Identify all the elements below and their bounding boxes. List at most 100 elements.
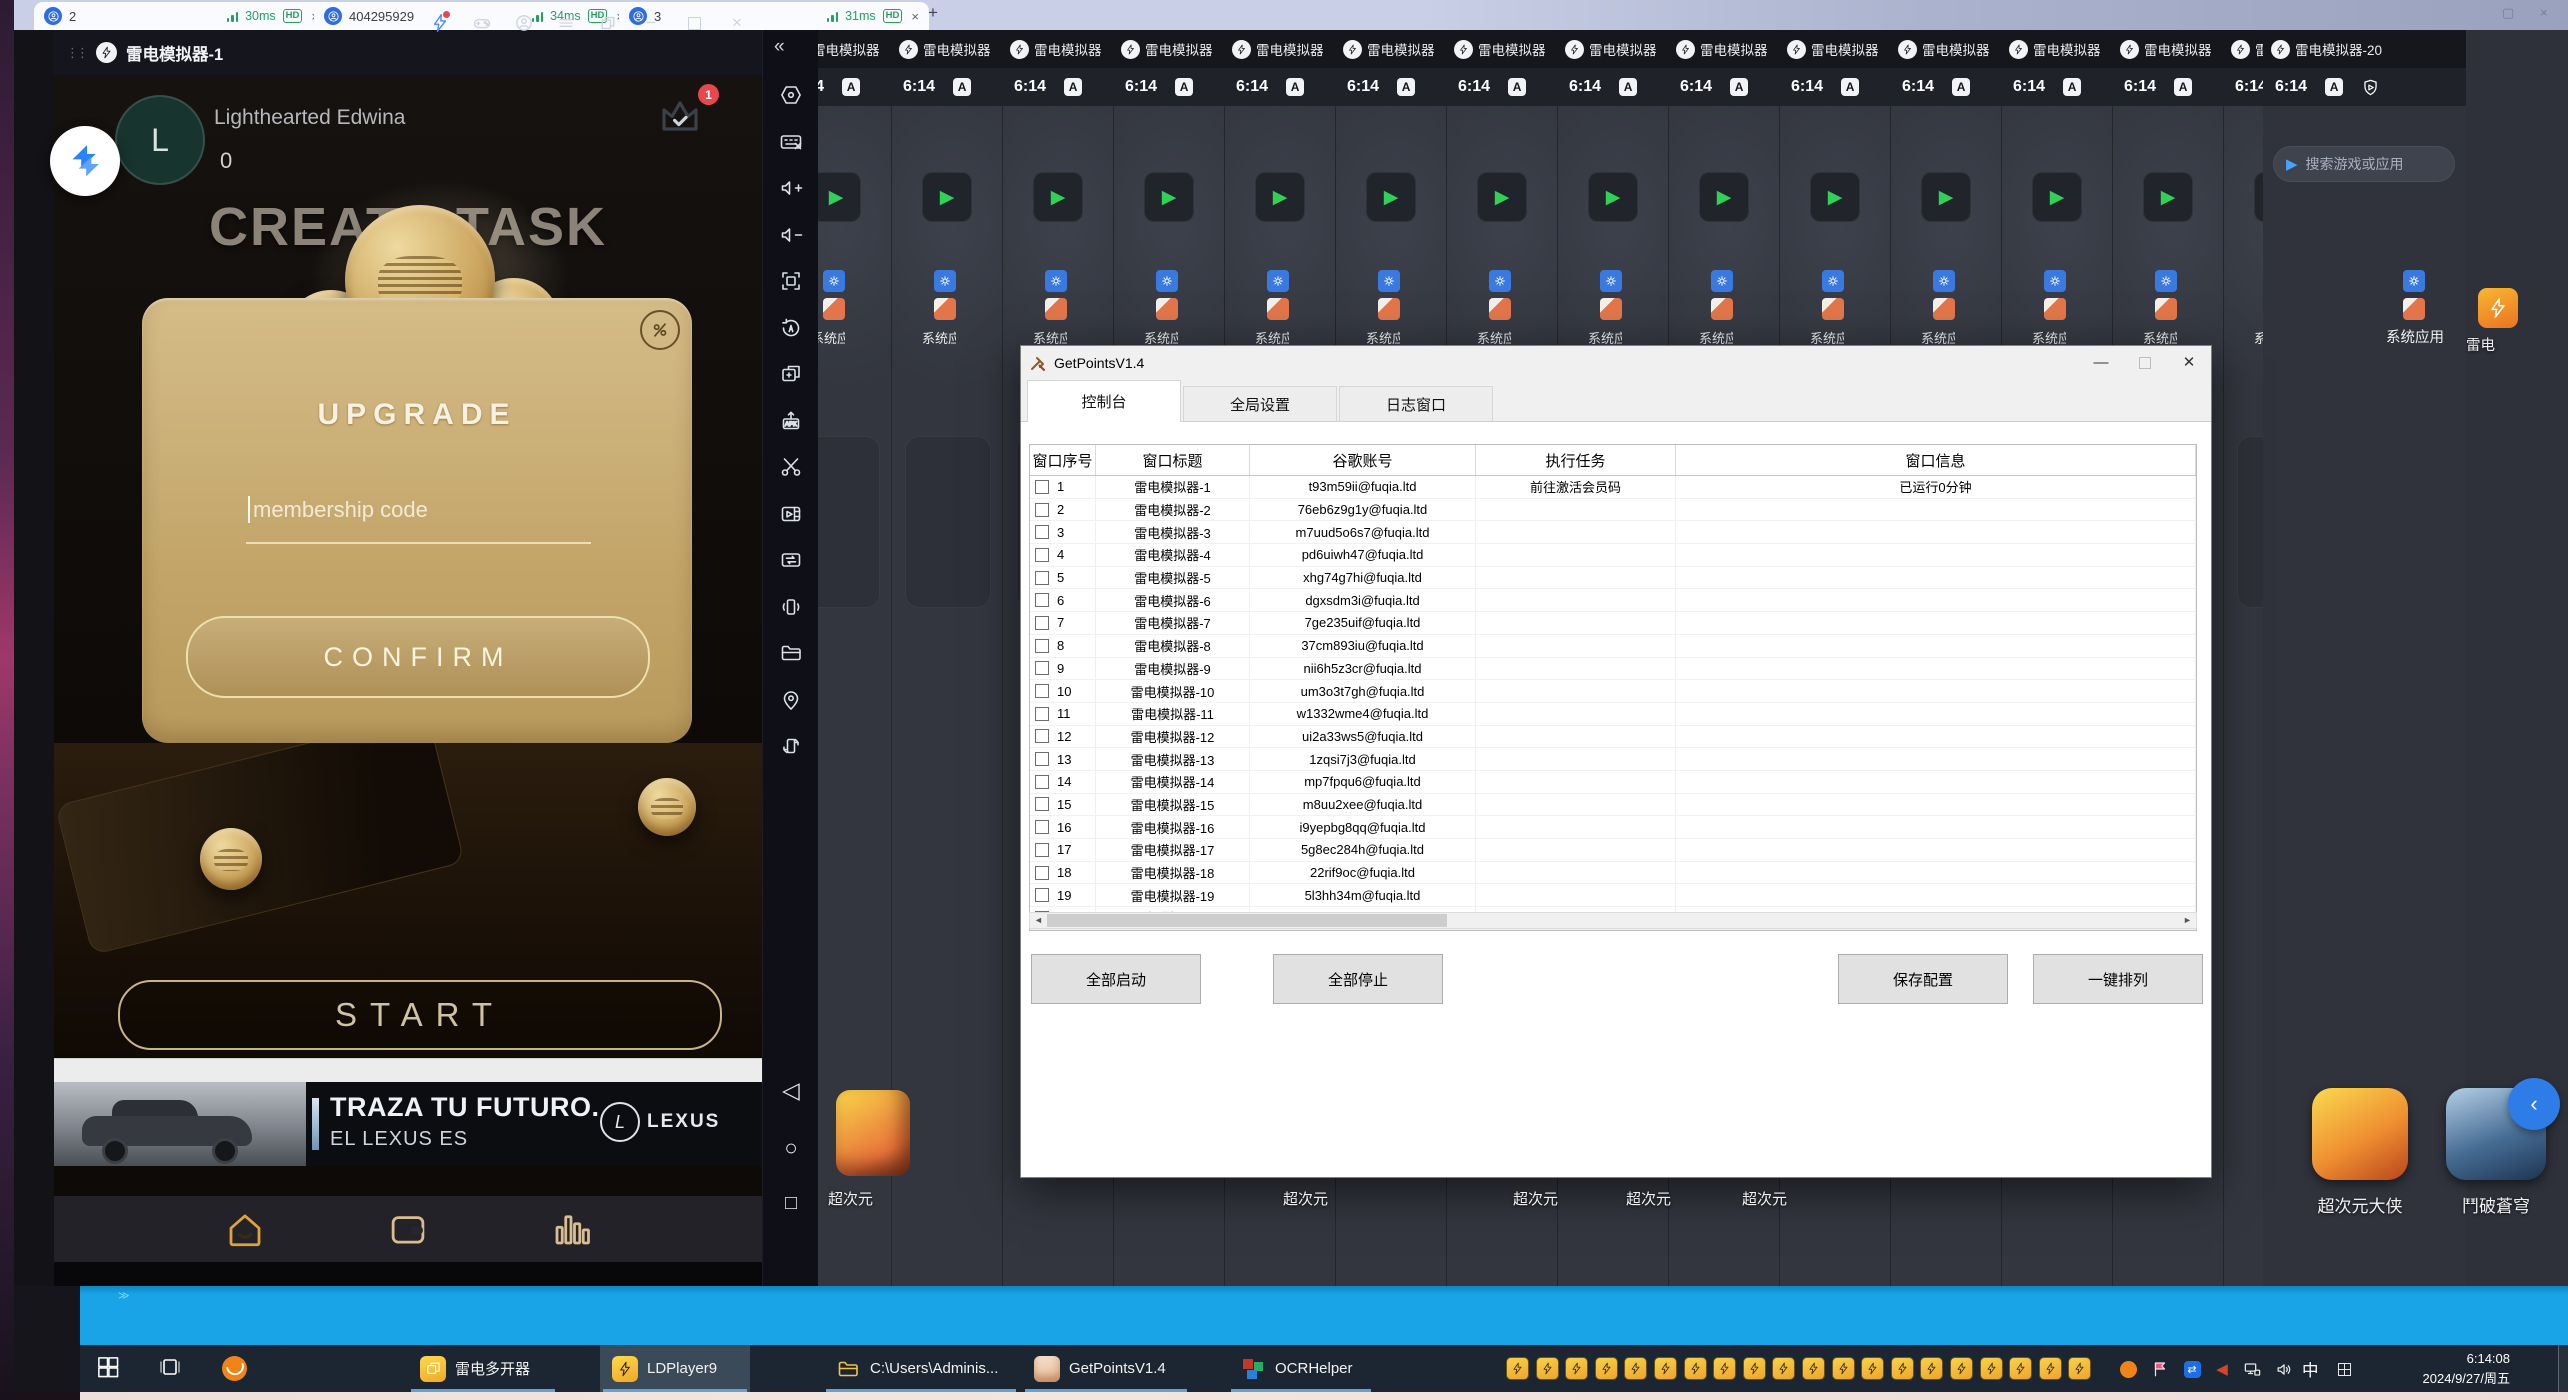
system-gear-icon[interactable] <box>1489 270 1511 292</box>
screenshot-clip-icon[interactable] <box>775 451 807 483</box>
taskbar-ld-instance-icon[interactable] <box>1743 1357 1766 1380</box>
profile-icon[interactable] <box>514 13 534 33</box>
table-row[interactable]: 19雷电模拟器-195l3hh34m@fuqia.ltd <box>1030 884 2196 907</box>
system-files-icon[interactable] <box>934 298 956 320</box>
start-button[interactable]: START <box>118 980 722 1050</box>
taskbar-ld-instance-icon[interactable] <box>1832 1357 1855 1380</box>
table-row[interactable]: 4雷电模拟器-4pd6uiwh47@fuqia.ltd <box>1030 544 2196 567</box>
system-files-icon[interactable] <box>1822 298 1844 320</box>
video-record-icon[interactable] <box>775 498 807 530</box>
taskbar-ld-instance-icon[interactable] <box>1713 1357 1736 1380</box>
ime-language-indicator[interactable]: 中 <box>2302 1357 2319 1381</box>
taskbar-ld-instance-icon[interactable] <box>1536 1357 1559 1380</box>
toolbar-collapse-button[interactable]: « <box>774 36 785 58</box>
system-files-icon[interactable] <box>1489 298 1511 320</box>
taskbar-ld-instance-icon[interactable] <box>1565 1357 1588 1380</box>
confirm-button[interactable]: CONFIRM <box>186 616 650 698</box>
system-gear-icon[interactable] <box>1045 270 1067 292</box>
row-checkbox[interactable] <box>1035 571 1049 585</box>
emulator-titlebar[interactable]: ⋮⋮ 雷电模拟器-1 <box>54 30 762 75</box>
row-checkbox[interactable] <box>1035 525 1049 539</box>
horizontal-scrollbar[interactable]: ◄ ► <box>1029 912 2197 929</box>
table-row[interactable]: 13雷电模拟器-131zqsi7j3@fuqia.ltd <box>1030 748 2196 771</box>
table-row[interactable]: 12雷电模拟器-12ui2a33ws5@fuqia.ltd <box>1030 726 2196 749</box>
recents-button[interactable]: □ <box>763 1192 819 1215</box>
volume-down-icon[interactable] <box>775 219 807 251</box>
system-gear-icon[interactable] <box>2155 270 2177 292</box>
wallet-tab-icon[interactable] <box>387 1208 429 1250</box>
system-gear-icon[interactable] <box>1600 270 1622 292</box>
launch-play-button[interactable]: ▶ <box>2143 172 2193 222</box>
launch-play-button[interactable]: ▶ <box>1144 172 1194 222</box>
button-全部停止[interactable]: 全部停止 <box>1273 954 1443 1004</box>
taskbar-ld-instance-icon[interactable] <box>2039 1357 2062 1380</box>
tray-volume-icon[interactable] <box>2274 1359 2294 1379</box>
system-gear-icon[interactable] <box>1711 270 1733 292</box>
table-row[interactable]: 17雷电模拟器-175g8ec284h@fuqia.ltd <box>1030 839 2196 862</box>
launch-play-button[interactable]: ▶ <box>1699 172 1749 222</box>
minimize-button[interactable]: − <box>638 10 664 36</box>
tab-日志窗口[interactable]: 日志窗口 <box>1339 386 1493 421</box>
taskbar-ld-instance-icon[interactable] <box>1506 1357 1529 1380</box>
scroll-thumb[interactable] <box>1047 914 1447 927</box>
taskbar-ld-instance-icon[interactable] <box>2009 1357 2032 1380</box>
table-row[interactable]: 5雷电模拟器-5xhg74g7hi@fuqia.ltd <box>1030 567 2196 590</box>
system-files-icon[interactable] <box>1267 298 1289 320</box>
tray-app-icon[interactable] <box>2118 1359 2138 1379</box>
row-checkbox[interactable] <box>1035 820 1049 834</box>
shared-folder-icon[interactable] <box>775 637 807 669</box>
menu-icon[interactable] <box>556 13 576 33</box>
button-全部启动[interactable]: 全部启动 <box>1031 954 1201 1004</box>
system-files-icon[interactable] <box>2403 298 2425 320</box>
floating-app-badge-icon[interactable] <box>50 126 120 196</box>
launch-play-button[interactable]: ▶ <box>1033 172 1083 222</box>
launch-play-button[interactable]: ▶ <box>1810 172 1860 222</box>
start-menu-button[interactable] <box>96 1355 122 1381</box>
taskbar-ld-instance-icon[interactable] <box>1654 1357 1677 1380</box>
system-gear-icon[interactable] <box>1267 270 1289 292</box>
taskbar-ld-instance-icon[interactable] <box>1772 1357 1795 1380</box>
strip-restore-button[interactable]: ▢ <box>2502 5 2514 21</box>
tray-anydesk-icon[interactable]: ◀ <box>2212 1359 2232 1379</box>
membership-code-input[interactable]: membership code <box>248 496 588 523</box>
table-row[interactable]: 1雷电模拟器-1t93m59ii@fuqia.ltd前往激活会员码已运行0分钟 <box>1030 476 2196 499</box>
scroll-left-arrow[interactable]: ◄ <box>1030 913 1047 928</box>
system-gear-icon[interactable] <box>2044 270 2066 292</box>
button-保存配置[interactable]: 保存配置 <box>1838 954 2008 1004</box>
row-checkbox[interactable] <box>1035 503 1049 517</box>
boost-icon[interactable] <box>430 13 450 33</box>
row-checkbox[interactable] <box>1035 593 1049 607</box>
operation-record-icon[interactable] <box>775 79 807 111</box>
virtual-location-icon[interactable] <box>775 684 807 716</box>
taskbar-ld-instance-icon[interactable] <box>1861 1357 1884 1380</box>
row-checkbox[interactable] <box>1035 843 1049 857</box>
system-files-icon[interactable] <box>1378 298 1400 320</box>
pinned-app-icon[interactable] <box>222 1356 248 1382</box>
table-row[interactable]: 16雷电模拟器-16i9yepbg8qq@fuqia.ltd <box>1030 816 2196 839</box>
new-tab-button[interactable]: + <box>928 3 938 23</box>
taskbar-item-GetPointsV1.4[interactable]: GetPointsV1.4 <box>1022 1345 1190 1392</box>
table-row[interactable]: 11雷电模拟器-11w1332wme4@fuqia.ltd <box>1030 703 2196 726</box>
promo-percent-icon[interactable] <box>640 310 680 350</box>
system-gear-icon[interactable] <box>823 270 845 292</box>
back-button[interactable]: ◁ <box>763 1077 819 1104</box>
row-checkbox[interactable] <box>1035 707 1049 721</box>
tray-network-icon[interactable] <box>2242 1359 2262 1379</box>
taskbar-item-C:\Users\Adminis...[interactable]: C:\Users\Adminis... <box>823 1345 1019 1392</box>
taskbar-ld-instance-icon[interactable] <box>1920 1357 1943 1380</box>
row-checkbox[interactable] <box>1035 775 1049 789</box>
row-checkbox[interactable] <box>1035 684 1049 698</box>
ime-grid-icon[interactable] <box>2334 1359 2354 1379</box>
gamepad-icon[interactable] <box>472 13 492 33</box>
table-row[interactable]: 18雷电模拟器-1822rif9oc@fuqia.ltd <box>1030 862 2196 885</box>
system-files-icon[interactable] <box>1045 298 1067 320</box>
system-files-icon[interactable] <box>2155 298 2177 320</box>
taskbar-ld-instance-icon[interactable] <box>1595 1357 1618 1380</box>
row-checkbox[interactable] <box>1035 866 1049 880</box>
launch-play-button[interactable]: ▶ <box>1921 172 1971 222</box>
virtual-keyboard-icon[interactable] <box>775 126 807 158</box>
ad-banner[interactable]: TRAZA TU FUTURO. EL LEXUS ES L LEXUS <box>54 1082 762 1166</box>
launch-play-button[interactable]: ▶ <box>1255 172 1305 222</box>
table-row[interactable]: 9雷电模拟器-9nii6h5z3cr@fuqia.ltd <box>1030 658 2196 681</box>
launch-play-button[interactable]: ▶ <box>922 172 972 222</box>
